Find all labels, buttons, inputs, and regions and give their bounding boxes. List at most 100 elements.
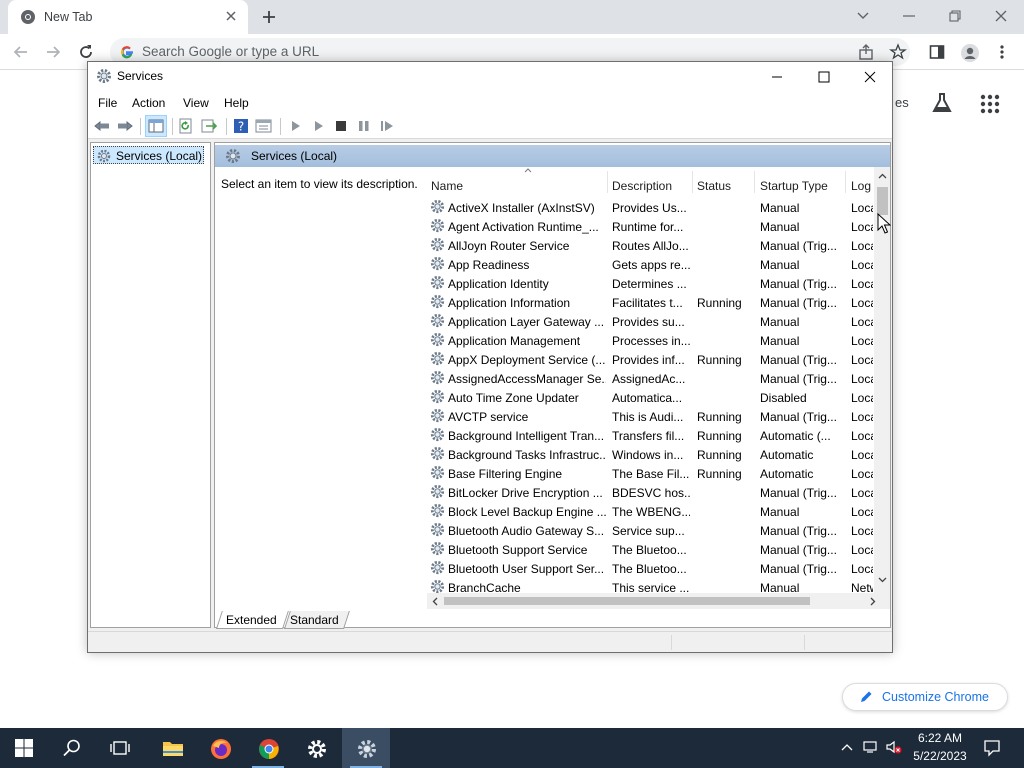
tab-search-chevron-icon[interactable] (853, 6, 873, 26)
clock-time[interactable]: 6:22 AM (910, 731, 970, 745)
table-row[interactable]: Background Tasks Infrastruc... Windows in… (427, 445, 873, 464)
menu-help[interactable]: Help (224, 96, 249, 110)
forward-icon[interactable] (116, 118, 134, 134)
task-view-button[interactable] (96, 728, 144, 768)
chrome-button[interactable] (244, 728, 292, 768)
scroll-right-arrow-icon[interactable] (870, 597, 876, 606)
tab-new-tab[interactable]: New Tab (8, 0, 248, 34)
column-status[interactable]: Status (697, 179, 731, 193)
bookmark-star-icon[interactable] (889, 43, 907, 61)
horizontal-scroll-thumb[interactable] (444, 597, 810, 605)
table-row[interactable]: Application Information Facilitates t... R… (427, 293, 873, 312)
file-explorer-button[interactable] (148, 728, 196, 768)
tab-standard-label[interactable]: Standard (290, 613, 339, 627)
back-arrow-icon[interactable] (12, 43, 30, 61)
table-row[interactable]: BitLocker Drive Encryption ... BDESVC hos… (427, 483, 873, 502)
show-hide-console-tree-icon[interactable] (145, 115, 167, 137)
tab-extended-label[interactable]: Extended (226, 613, 277, 627)
menu-file[interactable]: File (98, 96, 117, 110)
column-divider[interactable] (754, 171, 755, 193)
google-apps-grid-icon[interactable] (980, 94, 1000, 114)
profile-avatar-icon[interactable] (960, 43, 980, 63)
new-tab-icon[interactable] (260, 8, 278, 26)
column-startup-type[interactable]: Startup Type (760, 179, 828, 193)
properties-icon[interactable] (255, 118, 272, 134)
pause-service-icon[interactable] (358, 118, 370, 134)
table-row[interactable]: Background Intelligent Tran... Transfers … (427, 426, 873, 445)
table-row[interactable]: Block Level Backup Engine ... The WBENG..… (427, 502, 873, 521)
services-titlebar[interactable]: Services (88, 62, 892, 90)
chrome-labs-flask-icon[interactable] (930, 92, 954, 114)
table-row[interactable]: Agent Activation Runtime_... Runtime for.… (427, 217, 873, 236)
search-button[interactable] (48, 728, 96, 768)
chrome-menu-icon[interactable] (994, 43, 1010, 61)
table-row[interactable]: AVCTP service This is Audi... Running Manua… (427, 407, 873, 426)
table-row[interactable]: Bluetooth Support Service The Bluetoo... M… (427, 540, 873, 559)
table-row[interactable]: Application Management Processes in... Man… (427, 331, 873, 350)
column-log-on-as[interactable]: Log (851, 179, 871, 193)
firefox-button[interactable] (196, 728, 244, 768)
table-row[interactable]: Bluetooth Audio Gateway S... Service sup.… (427, 521, 873, 540)
service-gear-icon (430, 294, 445, 309)
back-icon[interactable] (93, 118, 111, 134)
horizontal-scrollbar[interactable] (427, 593, 890, 609)
browser-close-icon[interactable] (991, 6, 1011, 26)
menu-view[interactable]: View (183, 96, 209, 110)
start-service-alt-icon[interactable] (313, 118, 325, 134)
table-row[interactable]: Application Layer Gateway ... Provides su… (427, 312, 873, 331)
refresh-icon[interactable] (178, 118, 194, 134)
vertical-scroll-thumb[interactable] (877, 187, 888, 215)
help-icon[interactable]: ? (233, 118, 249, 134)
tree-item-services-local[interactable]: Services (Local) (93, 146, 204, 164)
service-name: Background Tasks Infrastruc... (448, 448, 606, 462)
table-row[interactable]: AssignedAccessManager Se... AssignedAc...… (427, 369, 873, 388)
table-row[interactable]: Base Filtering Engine The Base Fil... Runn… (427, 464, 873, 483)
table-row[interactable]: AppX Deployment Service (... Provides inf… (427, 350, 873, 369)
service-name: Background Intelligent Tran... (448, 429, 605, 443)
service-description: Runtime for... (612, 220, 684, 234)
close-icon[interactable] (861, 68, 879, 86)
customize-chrome-button[interactable]: Customize Chrome (842, 683, 1008, 711)
services-taskbar-button[interactable] (342, 728, 390, 768)
table-row[interactable]: Auto Time Zone Updater Automatica... Disab… (427, 388, 873, 407)
start-button[interactable] (0, 728, 48, 768)
network-icon[interactable] (863, 740, 879, 754)
volume-muted-icon[interactable] (885, 740, 903, 754)
minimize-icon[interactable] (768, 68, 786, 86)
column-divider[interactable] (692, 171, 693, 193)
service-description: AssignedAc... (612, 372, 686, 386)
start-service-icon[interactable] (290, 118, 302, 134)
maximize-icon[interactable] (815, 68, 833, 86)
table-row[interactable]: ActiveX Installer (AxInstSV) Provides Us.… (427, 198, 873, 217)
service-description: The WBENG... (612, 505, 690, 519)
side-panel-icon[interactable] (928, 43, 946, 61)
table-row[interactable]: Application Identity Determines ... Manual… (427, 274, 873, 293)
reload-icon[interactable] (77, 43, 95, 61)
settings-button[interactable] (292, 728, 340, 768)
close-tab-icon[interactable] (224, 9, 238, 23)
service-name: AppX Deployment Service (... (448, 353, 606, 367)
notifications-icon[interactable] (983, 739, 1001, 757)
scroll-left-arrow-icon[interactable] (432, 597, 438, 606)
scroll-down-arrow-icon[interactable] (878, 577, 887, 583)
service-startup-type: Manual (Trig... (760, 353, 837, 367)
table-row[interactable]: App Readiness Gets apps re... Manual Loca (427, 255, 873, 274)
clock-date[interactable]: 5/22/2023 (905, 749, 975, 763)
column-divider[interactable] (845, 171, 846, 193)
browser-restore-icon[interactable] (945, 6, 965, 26)
column-divider[interactable] (607, 171, 608, 193)
forward-arrow-icon[interactable] (44, 43, 62, 61)
share-icon[interactable] (857, 43, 875, 61)
menu-action[interactable]: Action (132, 96, 165, 110)
show-hidden-icons-chevron-icon[interactable] (840, 740, 854, 754)
service-log-on-as: Loca (851, 353, 873, 367)
export-list-icon[interactable] (201, 118, 219, 134)
scroll-up-arrow-icon[interactable] (878, 173, 887, 179)
stop-service-icon[interactable] (335, 118, 347, 134)
restart-service-icon[interactable] (380, 118, 394, 134)
table-row[interactable]: Bluetooth User Support Ser... The Bluetoo… (427, 559, 873, 578)
column-description[interactable]: Description (612, 179, 672, 193)
column-name[interactable]: Name (431, 179, 463, 193)
browser-minimize-icon[interactable] (899, 6, 919, 26)
table-row[interactable]: AllJoyn Router Service Routes AllJo... Man… (427, 236, 873, 255)
